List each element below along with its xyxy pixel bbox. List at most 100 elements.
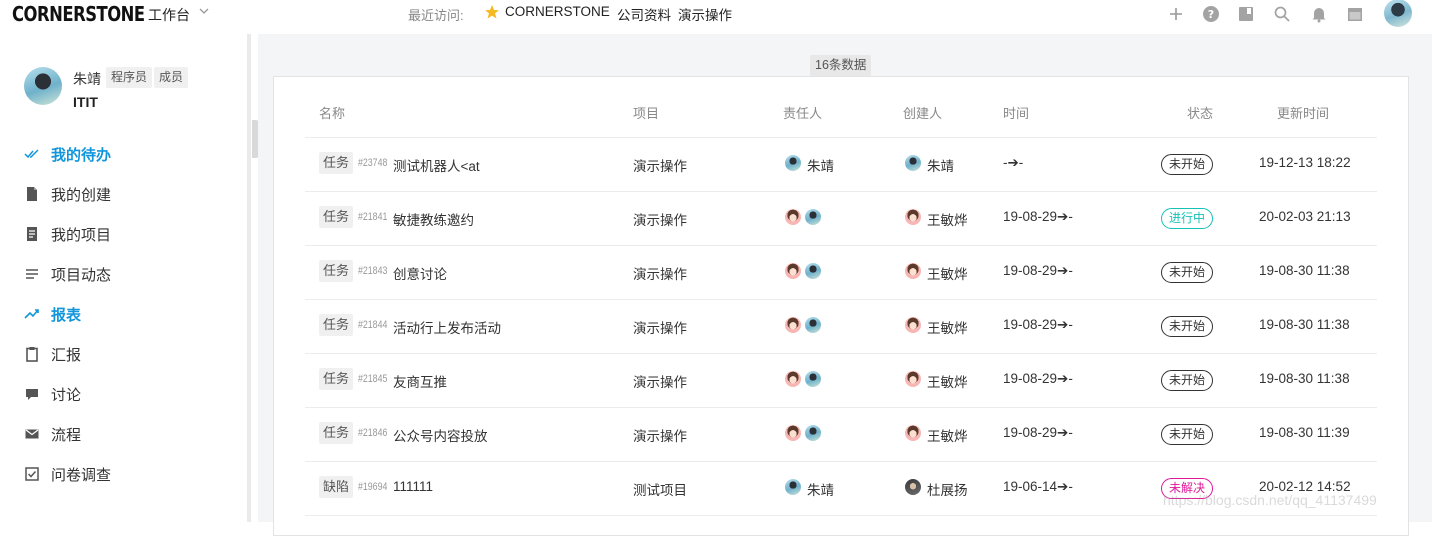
plus-icon[interactable] [1167, 5, 1185, 23]
owner-avatar[interactable] [804, 370, 822, 388]
updated-time: 19-08-30 11:38 [1259, 371, 1350, 386]
item-title-link[interactable]: 活动行上发布活动 [393, 317, 501, 337]
owner-name: 朱靖 [807, 159, 834, 174]
item-title-link[interactable]: 公众号内容投放 [393, 425, 488, 445]
column-header-owner[interactable]: 责任人 [783, 103, 822, 122]
status-badge[interactable]: 未开始 [1161, 424, 1213, 445]
creator-avatar[interactable] [904, 154, 922, 172]
project-name[interactable]: 演示操作 [633, 155, 687, 175]
sidebar-item-discussion[interactable]: 讨论 [24, 383, 81, 405]
owner-avatar[interactable] [804, 208, 822, 226]
owner-avatar[interactable] [784, 316, 802, 334]
list-icon [26, 269, 38, 279]
owner-avatar[interactable] [784, 478, 802, 496]
svg-text:?: ? [1208, 8, 1214, 21]
owner-avatar[interactable] [804, 316, 822, 334]
item-title-link[interactable]: 敏捷教练邀约 [393, 209, 474, 229]
watermark: https://blog.csdn.net/qq_41137499 [1163, 492, 1377, 508]
updated-time: 20-02-03 21:13 [1259, 209, 1351, 224]
owner-avatar[interactable] [784, 424, 802, 442]
status-badge[interactable]: 进行中 [1161, 208, 1213, 229]
sidebar-item-label: 我的项目 [51, 226, 112, 244]
column-header-creator[interactable]: 创建人 [903, 103, 942, 122]
time-range: 19-08-29➔- [1003, 209, 1073, 224]
star-icon [485, 5, 499, 19]
sidebar-item-my-created[interactable]: 我的创建 [24, 183, 111, 205]
recent-visits-label: 最近访问: [408, 8, 464, 23]
column-header-name[interactable]: 名称 [319, 103, 345, 122]
updated-time: 19-08-30 11:38 [1259, 263, 1350, 278]
bell-icon[interactable] [1310, 5, 1328, 23]
column-header-time[interactable]: 时间 [1003, 103, 1029, 122]
project-name[interactable]: 演示操作 [633, 317, 687, 337]
sidebar-item-reports[interactable]: 报表 [24, 303, 81, 325]
sidebar-item-label: 汇报 [51, 346, 82, 364]
owner-avatar[interactable] [784, 370, 802, 388]
sidebar-item-report[interactable]: 汇报 [24, 343, 81, 365]
clipboard-icon [26, 347, 38, 362]
sidebar-item-label: 我的创建 [51, 186, 112, 204]
creator-avatar[interactable] [904, 370, 922, 388]
sidebar-item-project-activity[interactable]: 项目动态 [24, 263, 111, 285]
recent-item-cornerstone[interactable]: CORNERSTONE [505, 4, 610, 19]
item-id: #21843 [358, 265, 388, 277]
record-count-badge: 16条数据 [810, 55, 872, 76]
column-header-status[interactable]: 状态 [1187, 103, 1213, 122]
updated-time: 19-08-30 11:38 [1259, 317, 1350, 332]
time-range: 19-08-29➔- [1003, 317, 1073, 332]
project-name[interactable]: 演示操作 [633, 263, 687, 283]
time-range: -➔- [1003, 155, 1024, 170]
project-name[interactable]: 演示操作 [633, 209, 687, 229]
project-name[interactable]: 演示操作 [633, 371, 687, 391]
project-name[interactable]: 测试项目 [633, 479, 687, 499]
book-icon[interactable] [1237, 5, 1255, 23]
help-icon[interactable]: ? [1202, 5, 1220, 23]
role-badge: 程序员 [106, 67, 153, 88]
profile-avatar[interactable] [24, 67, 62, 105]
item-title-link[interactable]: 创意讨论 [393, 263, 447, 283]
row-divider [305, 353, 1377, 354]
column-header-project[interactable]: 项目 [633, 103, 659, 122]
app-logo[interactable]: CORNERSTONE [12, 2, 145, 26]
status-badge[interactable]: 未开始 [1161, 370, 1213, 391]
search-icon[interactable] [1273, 5, 1291, 23]
user-avatar[interactable] [1384, 0, 1412, 27]
check-double-icon [24, 149, 39, 159]
owner-avatar[interactable] [804, 424, 822, 442]
item-type-badge: 任务 [319, 314, 354, 336]
item-title-link[interactable]: 测试机器人<at [393, 155, 480, 175]
item-title-link[interactable]: 友商互推 [393, 371, 447, 391]
status-badge[interactable]: 未开始 [1161, 154, 1213, 175]
owner-avatar[interactable] [784, 208, 802, 226]
column-header-updated[interactable]: 更新时间 [1277, 103, 1329, 122]
creator-name: 王敏烨 [927, 267, 968, 282]
sidebar-item-survey[interactable]: 问卷调查 [24, 463, 111, 485]
creator-avatar[interactable] [904, 478, 922, 496]
item-id: #21844 [358, 319, 388, 331]
sidebar-item-my-projects[interactable]: 我的项目 [24, 223, 111, 245]
chevron-down-icon[interactable] [199, 6, 209, 16]
recent-item-demo[interactable]: 演示操作 [678, 4, 732, 24]
owner-avatar[interactable] [784, 154, 802, 172]
status-badge[interactable]: 未开始 [1161, 262, 1213, 283]
status-badge[interactable]: 未开始 [1161, 316, 1213, 337]
recent-item-company-docs[interactable]: 公司资料 [617, 4, 671, 24]
creator-avatar[interactable] [904, 316, 922, 334]
workspace-menu[interactable]: 工作台 [148, 5, 190, 25]
row-divider [305, 407, 1377, 408]
creator-avatar[interactable] [904, 424, 922, 442]
owner-avatar[interactable] [804, 262, 822, 280]
sidebar-item-label: 我的待办 [51, 146, 112, 164]
row-divider [305, 299, 1377, 300]
sidebar-item-my-todo[interactable]: 我的待办 [24, 143, 111, 165]
calendar-icon[interactable] [1346, 5, 1364, 23]
creator-avatar[interactable] [904, 208, 922, 226]
item-title-link[interactable]: 111111 [393, 479, 433, 494]
row-divider [305, 515, 1377, 516]
chat-icon [26, 389, 38, 400]
creator-avatar[interactable] [904, 262, 922, 280]
project-name[interactable]: 演示操作 [633, 425, 687, 445]
owner-avatar[interactable] [784, 262, 802, 280]
creator-name: 王敏烨 [927, 321, 968, 336]
sidebar-item-workflow[interactable]: 流程 [24, 423, 81, 445]
